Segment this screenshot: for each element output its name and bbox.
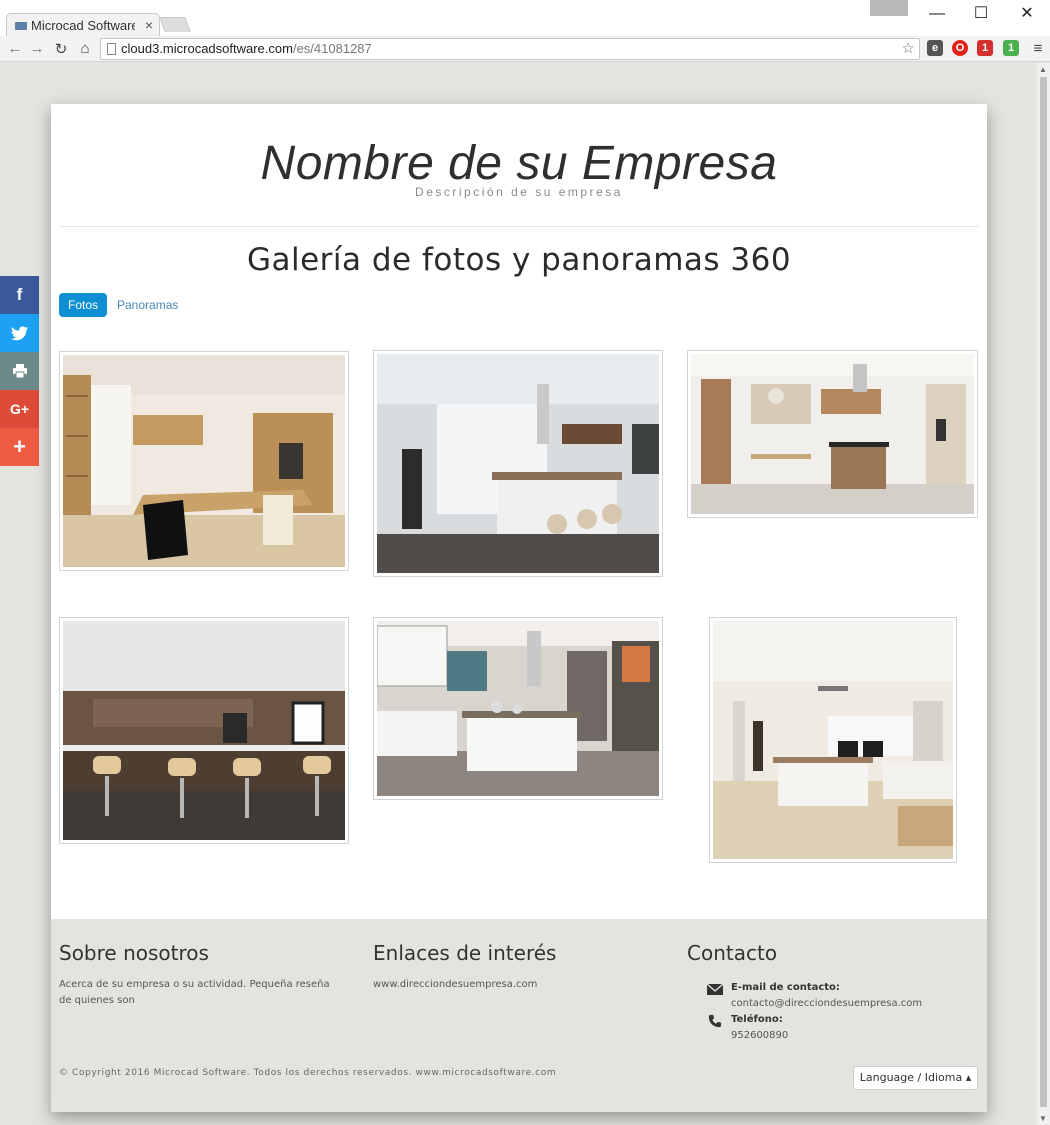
- tab-fotos[interactable]: Fotos: [59, 293, 107, 317]
- page-footer: Sobre nosotros Acerca de su empresa o su…: [51, 919, 987, 1112]
- browser-titlebar: Microcad Software - × — ☐ ✕: [0, 0, 1050, 37]
- gallery-photo[interactable]: [373, 617, 663, 800]
- facebook-share-button[interactable]: f: [0, 276, 39, 314]
- back-icon[interactable]: ←: [6, 40, 24, 57]
- header-divider: [59, 226, 979, 227]
- page-card: Nombre de su Empresa Descripción de su e…: [51, 104, 987, 1112]
- maximize-icon[interactable]: ☐: [966, 4, 996, 24]
- kitchen-photo-image: [377, 354, 659, 573]
- url-host: cloud3.microcadsoftware.com: [121, 41, 293, 56]
- home-icon[interactable]: ⌂: [76, 40, 94, 57]
- print-icon: [12, 364, 27, 378]
- company-name[interactable]: Nombre de su Empresa: [51, 136, 987, 191]
- kitchen-photo-image: [713, 621, 953, 859]
- footer-links-title: Enlaces de interés: [373, 941, 557, 965]
- tab-panoramas[interactable]: Panoramas: [117, 293, 178, 317]
- twitter-icon: [10, 325, 28, 340]
- scroll-up-icon[interactable]: ▲: [1039, 65, 1047, 74]
- phone-icon: [708, 1014, 722, 1028]
- tab-title: Microcad Software -: [31, 18, 135, 33]
- shield-icon[interactable]: 1: [1003, 40, 1019, 56]
- menu-icon[interactable]: ≡: [1029, 40, 1047, 57]
- new-tab-button[interactable]: [159, 17, 191, 32]
- kitchen-photo-image: [377, 621, 659, 796]
- contact-phone-label: Teléfono:: [731, 1014, 783, 1025]
- scroll-down-icon[interactable]: ▼: [1039, 1114, 1047, 1123]
- footer-link[interactable]: www.direcciondesuempresa.com: [373, 977, 537, 993]
- kitchen-photo-image: [691, 354, 974, 514]
- opera-icon[interactable]: O: [952, 40, 968, 56]
- profile-button[interactable]: [870, 0, 908, 16]
- contact-email[interactable]: contacto@direcciondesuempresa.com: [731, 996, 922, 1012]
- footer-about-text: Acerca de su empresa o su actividad. Peq…: [59, 979, 330, 1006]
- shield-badge: 1: [1007, 42, 1015, 54]
- browser-tab[interactable]: Microcad Software - ×: [6, 13, 160, 37]
- gallery-photo[interactable]: [59, 617, 349, 844]
- envelope-icon: [707, 983, 723, 995]
- reload-icon[interactable]: ↻: [52, 40, 70, 58]
- close-icon[interactable]: ✕: [1012, 4, 1042, 24]
- extension-badge: 1: [981, 42, 989, 54]
- more-share-button[interactable]: +: [0, 428, 39, 466]
- kitchen-photo-image: [63, 621, 345, 840]
- extension-icon[interactable]: 1: [977, 40, 993, 56]
- contact-phone[interactable]: 952600890: [731, 1028, 788, 1044]
- address-bar[interactable]: cloud3.microcadsoftware.com/es/41081287 …: [100, 38, 920, 60]
- print-button[interactable]: [0, 352, 39, 390]
- gallery-photo[interactable]: [373, 350, 663, 577]
- minimize-icon[interactable]: —: [922, 4, 952, 24]
- copyright-text: © Copyright 2016 Microcad Software. Todo…: [59, 1068, 557, 1078]
- company-tagline: Descripción de su empresa: [415, 185, 623, 199]
- scrollbar-thumb[interactable]: [1040, 77, 1047, 1107]
- favicon-icon: [15, 21, 27, 30]
- forward-icon[interactable]: →: [28, 40, 46, 57]
- gallery-photo[interactable]: [59, 351, 349, 571]
- scrollbar[interactable]: ▲ ▼: [1037, 63, 1050, 1125]
- contact-email-label: E-mail de contacto:: [731, 982, 840, 993]
- language-button[interactable]: Language / Idioma ▴: [853, 1066, 978, 1090]
- tab-close-icon[interactable]: ×: [145, 17, 153, 33]
- gallery-photo[interactable]: [709, 617, 957, 863]
- page-icon: [107, 43, 116, 55]
- google-plus-icon: G+: [9, 401, 30, 417]
- gallery-title: Galería de fotos y panoramas 360: [246, 242, 792, 278]
- browser-toolbar: ← → ↻ ⌂ cloud3.microcadsoftware.com/es/4…: [0, 36, 1050, 62]
- facebook-icon: f: [16, 285, 23, 304]
- url-path: /es/41081287: [292, 41, 372, 56]
- bookmark-star-icon[interactable]: ☆: [902, 39, 915, 59]
- footer-contact-title: Contacto: [687, 941, 778, 965]
- plus-icon: +: [13, 434, 26, 459]
- gallery-photo[interactable]: [687, 350, 978, 518]
- kitchen-photo-image: [63, 355, 345, 567]
- twitter-share-button[interactable]: [0, 314, 39, 352]
- google-plus-share-button[interactable]: G+: [0, 390, 39, 428]
- footer-about-title: Sobre nosotros: [59, 941, 209, 965]
- evernote-icon[interactable]: e: [927, 40, 943, 56]
